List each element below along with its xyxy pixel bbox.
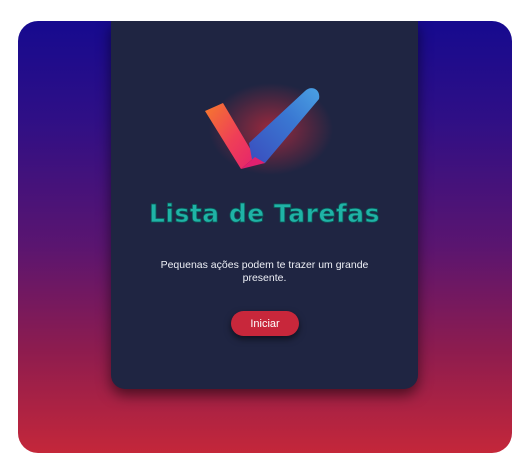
checkmark-icon	[205, 83, 333, 175]
app-title: Lista de Tarefas	[148, 199, 381, 229]
app-subtitle: Pequenas ações podem te trazer um grande…	[160, 259, 369, 284]
welcome-card: Lista de Tarefas Pequenas ações podem te…	[111, 21, 418, 389]
app-window: Lista de Tarefas Pequenas ações podem te…	[18, 21, 512, 453]
start-button[interactable]: Iniciar	[231, 311, 299, 336]
